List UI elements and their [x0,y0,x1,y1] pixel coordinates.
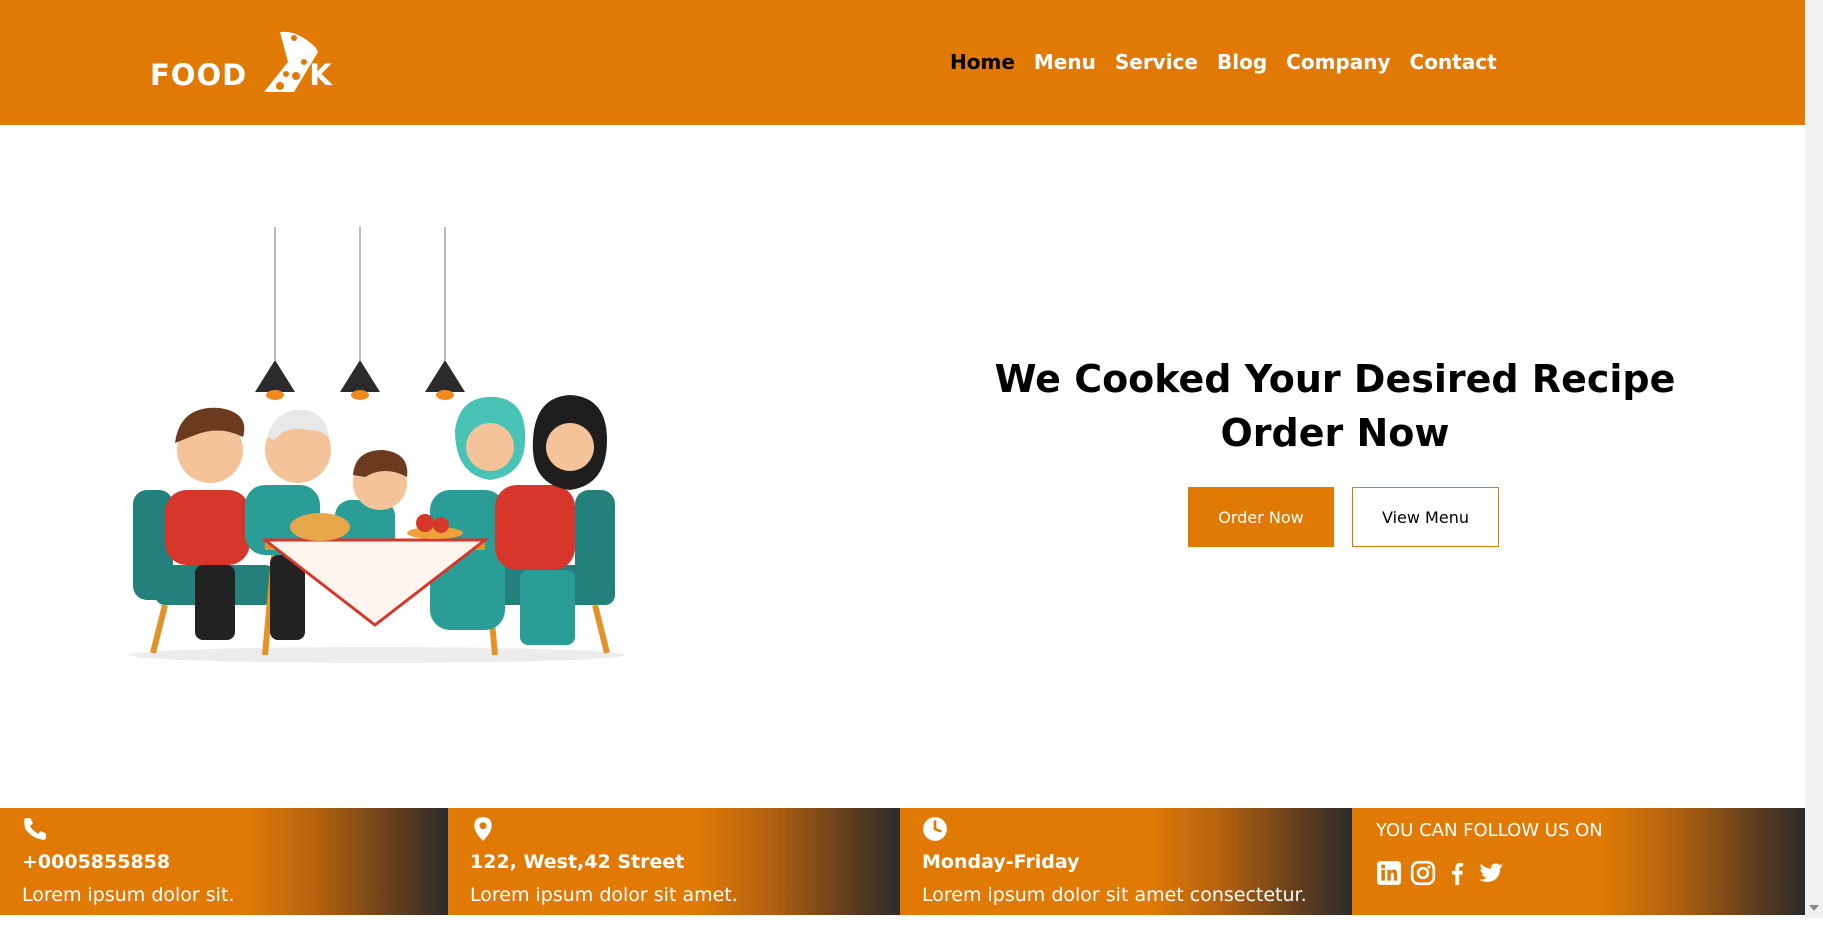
follow-us-title: YOU CAN FOLLOW US ON [1376,820,1603,841]
logo-word-food: FOOD [150,58,248,92]
hero-headline-line2: Order Now [1220,411,1450,455]
facebook-icon[interactable] [1444,860,1470,886]
nav-service[interactable]: Service [1115,50,1198,74]
clock-icon [923,817,947,841]
instagram-icon[interactable] [1410,860,1436,886]
hero-headline: We Cooked Your Desired Recipe Order Now [930,352,1740,460]
phone-icon [24,818,46,840]
hours-description: Lorem ipsum dolor sit amet consectetur. [922,884,1307,906]
nav-home[interactable]: Home [950,50,1015,74]
scroll-down-arrow-icon[interactable] [1809,905,1819,911]
order-now-button[interactable]: Order Now [1188,487,1334,547]
info-hours: Monday-Friday Lorem ipsum dolor sit amet… [900,808,1352,915]
nav-contact[interactable]: Contact [1410,50,1497,74]
address-line: 122, West,42 Street [470,851,685,873]
main-nav: Home Menu Service Blog Company Contact [950,50,1516,74]
twitter-icon[interactable] [1478,860,1504,886]
nav-blog[interactable]: Blog [1217,50,1267,74]
address-description: Lorem ipsum dolor sit amet. [470,884,738,906]
family-dining-illustration [129,227,625,663]
pizza-slice-icon [264,31,318,92]
info-address: 122, West,42 Street Lorem ipsum dolor si… [448,808,900,915]
nav-company[interactable]: Company [1286,50,1390,74]
hero-headline-line1: We Cooked Your Desired Recipe [994,357,1676,401]
linkedin-icon[interactable] [1376,860,1402,886]
view-menu-button[interactable]: View Menu [1352,487,1499,547]
social-links [1376,860,1504,886]
info-phone: +0005855858 Lorem ipsum dolor sit. [0,808,448,915]
page-scrollbar[interactable] [1805,0,1823,918]
logo[interactable]: FOOD K [150,28,350,94]
phone-number: +0005855858 [22,851,171,873]
hours-days: Monday-Friday [922,851,1080,873]
info-social: YOU CAN FOLLOW US ON [1352,808,1805,915]
nav-menu[interactable]: Menu [1034,50,1096,74]
phone-description: Lorem ipsum dolor sit. [22,884,235,906]
scrollbar-thumb[interactable] [1809,2,1819,902]
page: FOOD K Home Menu Service Blog Company Con… [0,0,1805,918]
location-pin-icon [474,817,492,841]
site-header: FOOD K Home Menu Service Blog Company Con… [0,0,1805,125]
